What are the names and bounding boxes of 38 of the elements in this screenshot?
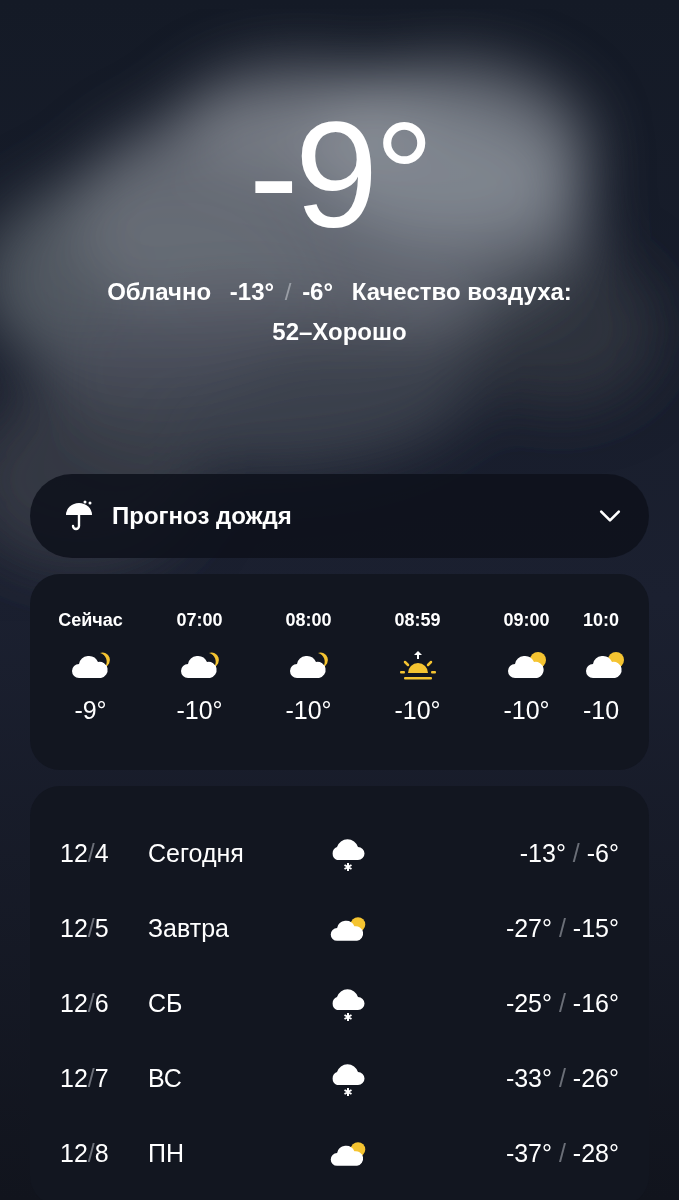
hour-time: 09:00 [503, 610, 550, 632]
day-name: ВС [148, 1064, 183, 1093]
day-date: 12/6 [60, 989, 110, 1018]
day-name: ПН [148, 1139, 186, 1168]
air-quality-value: 52–Хорошо [272, 317, 407, 347]
day-name: Завтра [148, 914, 230, 943]
hour-temperature: -10° [285, 696, 332, 725]
day-temperature-range: -37° / -28° [504, 1139, 619, 1168]
chevron-icon [599, 509, 621, 523]
hour-temperature: -10° [503, 696, 550, 725]
day-temperature-range: -13° / -6° [518, 839, 619, 868]
day-temperature-range: -33° / -26° [504, 1064, 619, 1093]
hour-time: 10:0 [583, 610, 620, 632]
umbrella-icon [64, 500, 94, 532]
low-temperature: -13° [229, 278, 275, 305]
hour-temperature: -10 [583, 696, 620, 725]
hour-time: 08:00 [285, 610, 332, 632]
condition-text: Облачно [107, 278, 212, 305]
day-date: 12/4 [60, 839, 110, 868]
cloud-sun-icon [583, 650, 627, 680]
day-temperature-range: -27° / -15° [504, 914, 619, 943]
current-temperature: -9° [248, 100, 431, 250]
day-temperature-range: -25° / -16° [504, 989, 619, 1018]
separator: / [283, 278, 293, 305]
day-name: Сегодня [148, 839, 245, 868]
hour-time: 07:00 [176, 610, 223, 632]
hour-temperature: -10° [394, 696, 441, 725]
hour-temperature: -10° [176, 696, 223, 725]
air-quality-label: Качество воздуха: [351, 278, 572, 305]
hour-time: Сейчас [58, 610, 123, 632]
day-date: 12/7 [60, 1064, 110, 1093]
day-date: 12/5 [60, 914, 110, 943]
high-temperature: -6° [302, 278, 334, 305]
hour-time: 08:59 [394, 610, 441, 632]
rain-forecast-button[interactable]: Прогноз дождя [30, 474, 649, 558]
day-date: 12/8 [60, 1139, 110, 1168]
day-name: СБ [148, 989, 184, 1018]
hour-temperature: -9° [74, 696, 107, 725]
